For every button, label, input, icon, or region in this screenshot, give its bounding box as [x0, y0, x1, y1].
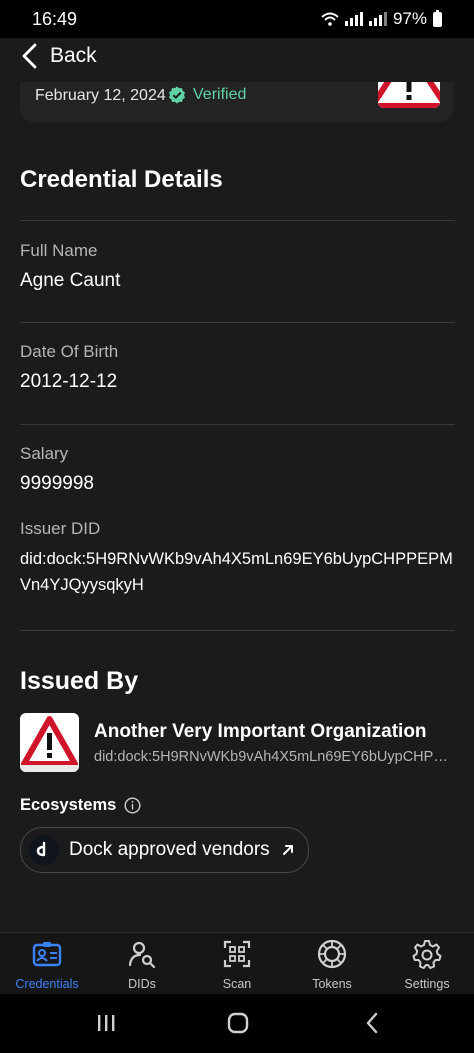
divider — [20, 220, 455, 221]
system-back-icon[interactable] — [362, 1008, 382, 1038]
ecosystems-heading: Ecosystems — [20, 796, 141, 815]
nav-credentials-label: Credentials — [15, 977, 79, 991]
issuer-did: did:dock:5H9RNvWKb9vAh4X5mLn69EY6bUypCHP… — [94, 749, 450, 765]
nav-dids-label: DIDs — [128, 977, 156, 991]
home-icon[interactable] — [225, 1008, 251, 1038]
divider — [20, 424, 455, 425]
external-link-icon — [282, 845, 293, 855]
issuer-logo — [20, 713, 79, 772]
issued-by-title: Issued By — [20, 667, 139, 695]
gear-icon — [412, 939, 442, 969]
credential-date: February 12, 2024 — [35, 87, 166, 104]
field-value-issuer-did: did:dock:5H9RNvWKb9vAh4X5mLn69EY6bUypCHP… — [20, 550, 453, 594]
nav-tokens-label: Tokens — [312, 977, 352, 991]
status-time: 16:49 — [32, 9, 78, 29]
divider — [20, 630, 455, 631]
nav-settings-label: Settings — [404, 977, 450, 991]
verified-check-icon — [169, 86, 185, 104]
status-icons: 97% — [321, 9, 442, 29]
chevron-left-icon — [22, 43, 37, 69]
battery-percent: 97% — [392, 9, 427, 28]
credentials-icon — [32, 939, 62, 969]
field-label-issuer-did: Issuer DID — [20, 519, 101, 538]
nav-dids[interactable]: DIDs — [95, 933, 189, 995]
signal-icon-2 — [368, 12, 387, 26]
field-label-date-of-birth: Date Of Birth — [20, 342, 119, 361]
field-value-salary: 9999998 — [20, 473, 94, 494]
app-screen: 16:49 97% February 12, 2024 Verified Bac… — [0, 0, 474, 1053]
nav-credentials[interactable]: Credentials — [0, 933, 94, 995]
ecosystem-chip[interactable]: Dock approved vendors — [20, 827, 309, 873]
status-bar: 16:49 97% — [0, 0, 474, 38]
dock-logo-icon — [29, 835, 59, 865]
top-header: Back — [0, 38, 474, 82]
field-value-full-name: Agne Caunt — [20, 270, 121, 291]
nav-scan-label: Scan — [222, 977, 252, 991]
back-button[interactable]: Back — [20, 42, 97, 70]
info-icon[interactable] — [124, 797, 141, 814]
field-value-date-of-birth: 2012-12-12 — [20, 371, 118, 392]
field-label-salary: Salary — [20, 444, 69, 463]
divider — [20, 322, 455, 323]
nav-settings[interactable]: Settings — [380, 933, 474, 995]
battery-icon — [433, 9, 442, 27]
ecosystem-chip-label: Dock approved vendors — [69, 839, 270, 860]
bottom-navigation: Credentials DIDs Scan Tokens Settings — [0, 932, 474, 995]
signal-icon — [344, 12, 363, 26]
verified-badge: Verified — [168, 86, 246, 104]
field-label-full-name: Full Name — [20, 241, 98, 260]
warning-icon — [20, 716, 79, 772]
system-navigation-bar — [0, 994, 474, 1053]
qr-scan-icon — [223, 939, 251, 969]
verified-label: Verified — [193, 86, 247, 103]
user-search-icon — [128, 939, 156, 969]
issuer-name: Another Very Important Organization — [94, 721, 427, 742]
credential-details-title: Credential Details — [20, 166, 223, 193]
nav-tokens[interactable]: Tokens — [285, 933, 379, 995]
nav-scan[interactable]: Scan — [190, 933, 284, 995]
ecosystems-label: Ecosystems — [20, 796, 117, 814]
token-icon — [317, 939, 347, 969]
recent-apps-icon[interactable] — [94, 1008, 118, 1038]
wifi-icon — [321, 12, 339, 26]
back-label: Back — [50, 44, 97, 67]
